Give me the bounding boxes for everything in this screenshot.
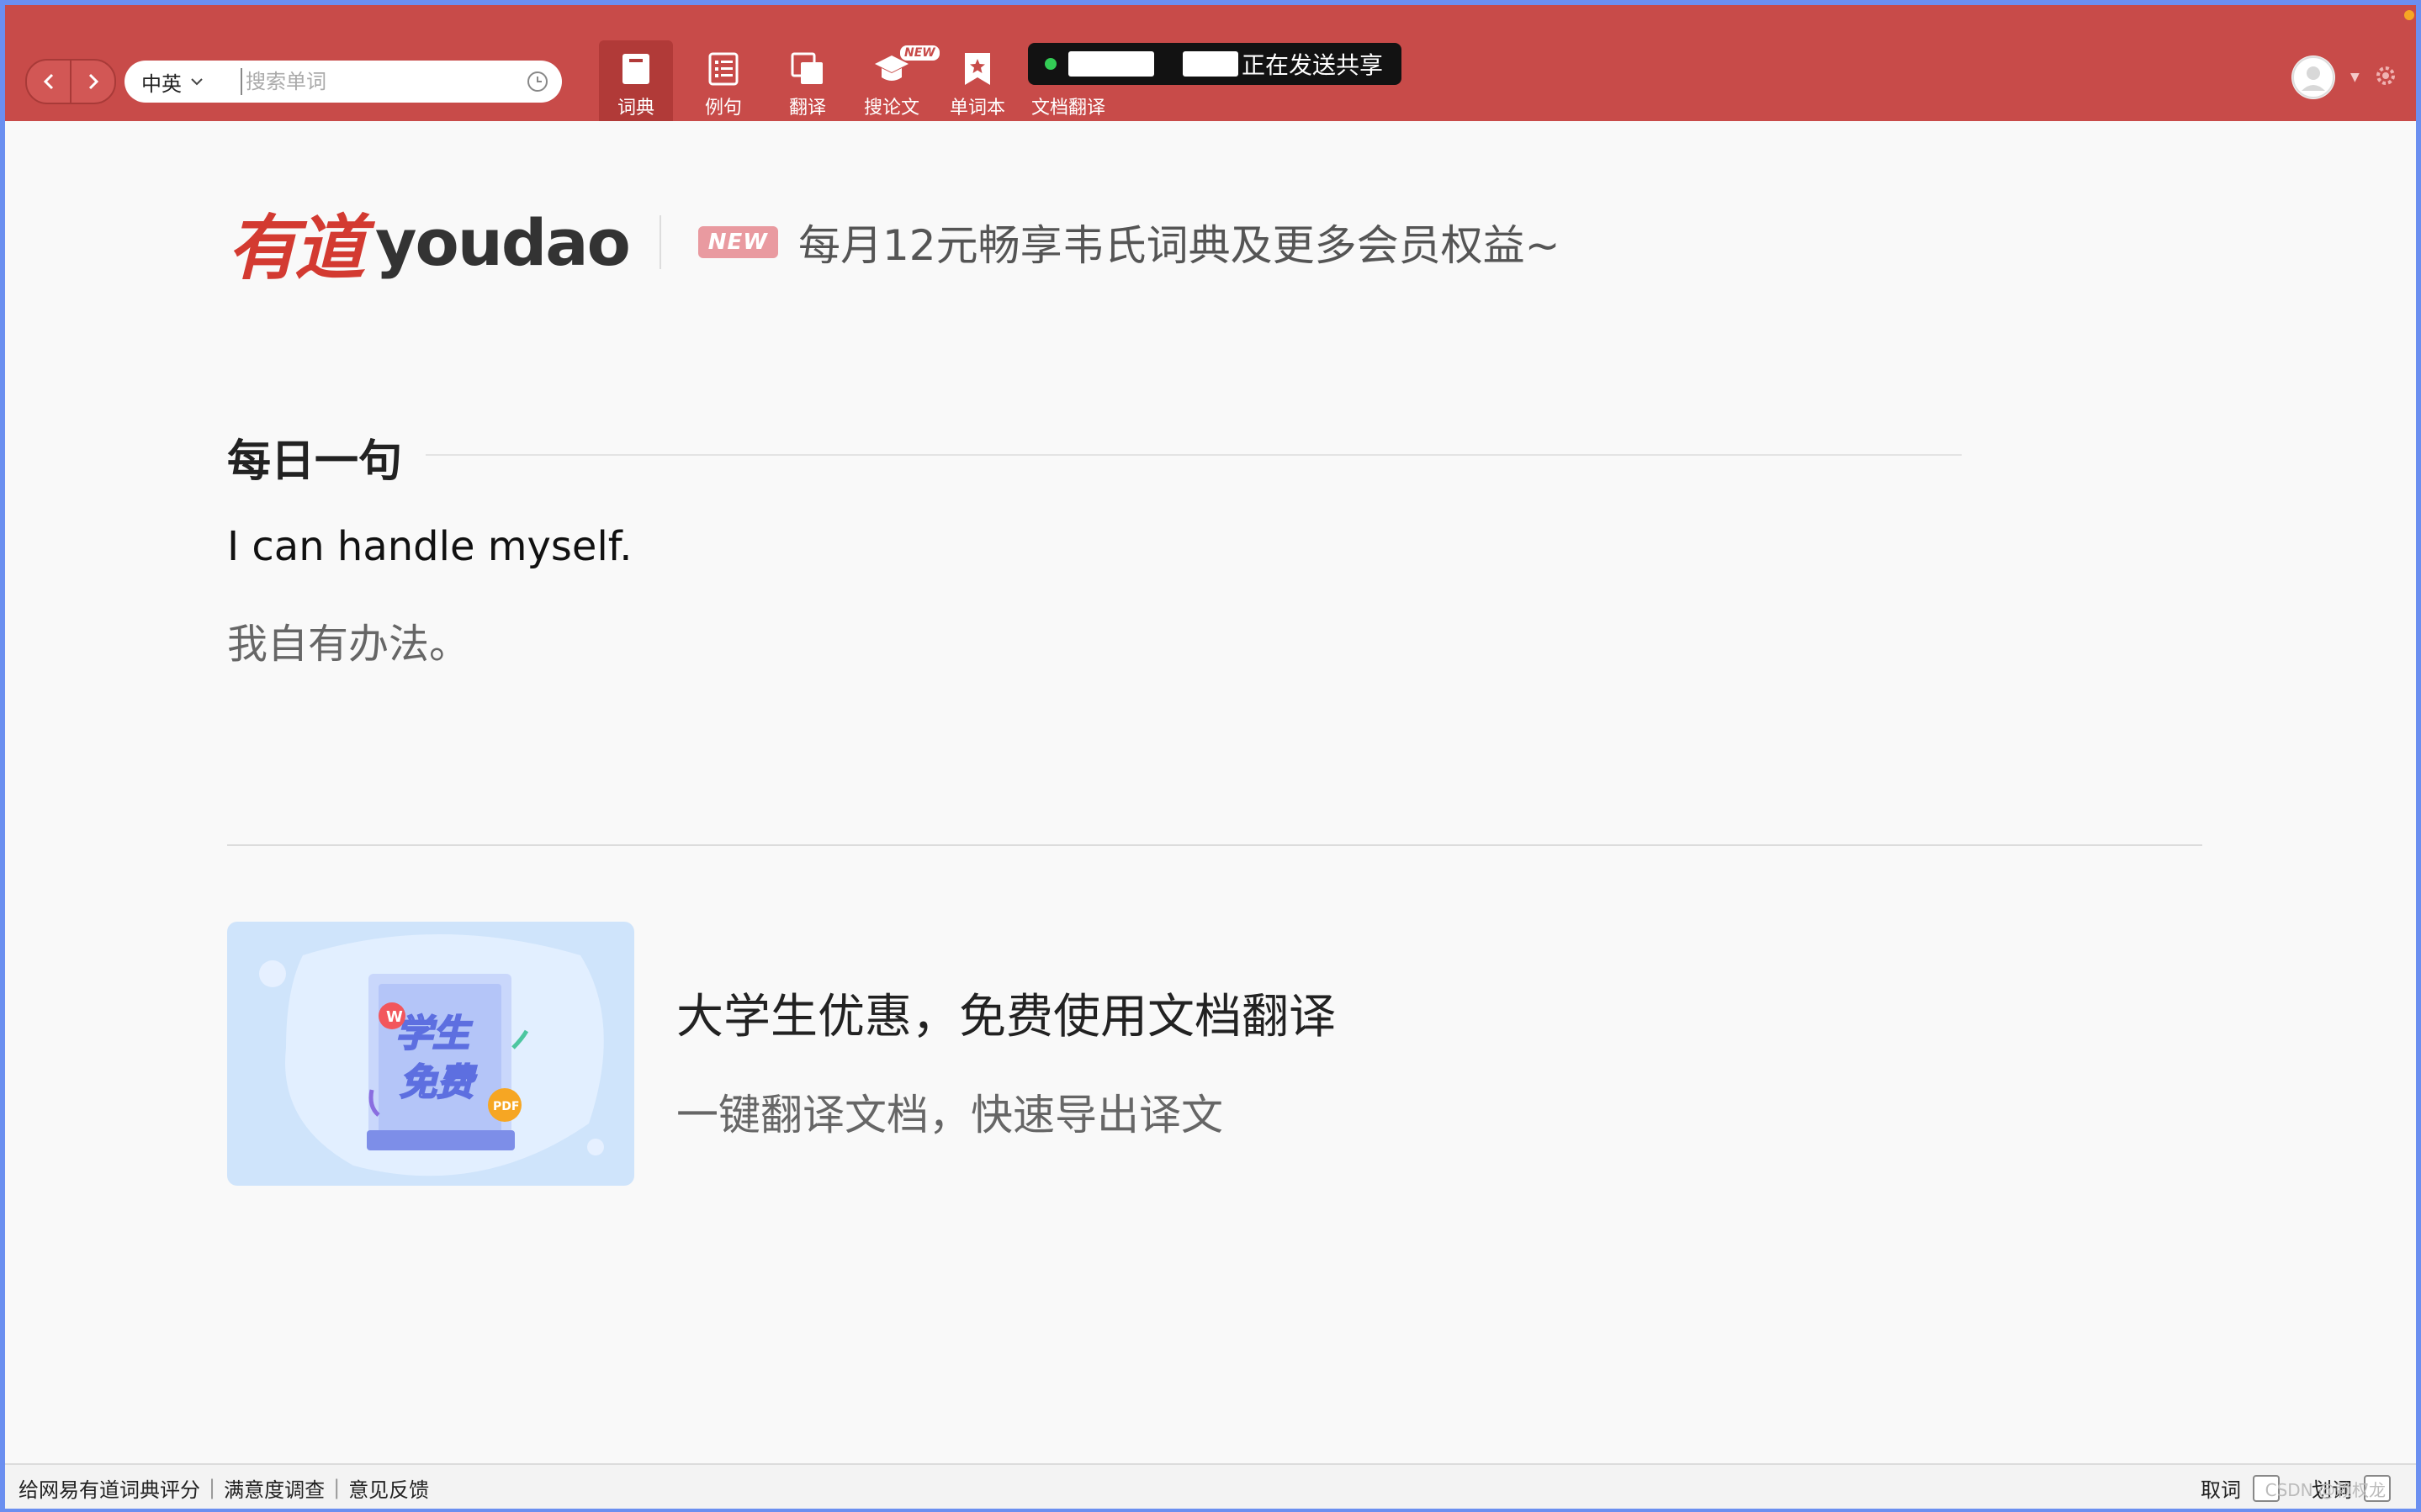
new-badge: NEW [697, 226, 778, 258]
image-text-line2: 免费 [400, 1061, 477, 1104]
window-dot [2404, 10, 2414, 20]
tool-label: 翻译 [788, 98, 826, 119]
search-input[interactable] [241, 68, 533, 95]
image-text-line1: 学生 [395, 1012, 473, 1055]
search-box: 中英 [124, 61, 562, 103]
promo-card-title[interactable]: 大学生优惠，免费使用文档翻译 [676, 979, 1336, 1047]
forward-button[interactable] [70, 61, 114, 103]
tool-wordbook[interactable]: 单词本 [940, 40, 1014, 121]
tool-label: 例句 [704, 98, 742, 119]
chevron-left-icon [43, 73, 53, 90]
image-badge-pdf: PDF [493, 1100, 519, 1113]
tool-papers[interactable]: NEW 搜论文 [855, 40, 940, 121]
logo-en: youdao [375, 204, 631, 280]
tool-label: 词典 [617, 98, 654, 119]
language-label: 中英 [141, 71, 182, 96]
promo-text: 每月12元畅享韦氏词典及更多会员权益~ [797, 221, 1560, 270]
screen-share-indicator: 正在发送共享 [1028, 43, 1401, 85]
content-divider [227, 844, 2202, 846]
history-icon[interactable] [527, 71, 548, 93]
promo-banner[interactable]: 有道 youdao NEW 每月12元畅享韦氏词典及更多会员权益~ [227, 197, 1560, 289]
list-icon [708, 52, 739, 86]
qu-ci-label: 取词 [2201, 1478, 2241, 1502]
section-title: 每日一句 [227, 436, 403, 487]
user-icon [2292, 56, 2334, 98]
separator: | [209, 1476, 216, 1499]
watermark: CSDN @赖权龙 [2265, 1480, 2386, 1500]
back-button[interactable] [27, 61, 70, 103]
tool-label: 单词本 [949, 98, 1005, 119]
nav-group [25, 59, 116, 104]
toolbar: 中英 词典 例句 翻译 NEW 搜论文 单词本 [5, 5, 2416, 121]
status-bar: 给网易有道词典评分 | 满意度调查 | 意见反馈 取词 划词 CSDN @赖权龙 [5, 1463, 2416, 1509]
tool-dictionary[interactable]: 词典 [599, 40, 673, 121]
tool-examples[interactable]: 例句 [686, 40, 760, 121]
share-status: 正在发送共享 [1242, 51, 1384, 79]
banner-divider [659, 215, 661, 269]
promo-card-subtitle: 一键翻译文档，快速导出译文 [676, 1091, 1223, 1139]
tool-label: 文档翻译 [1031, 98, 1106, 119]
separator: | [333, 1476, 341, 1499]
logo-cn: 有道 [227, 205, 365, 289]
survey-link[interactable]: 满意度调查 [215, 1473, 333, 1503]
image-badge-w: W [386, 1008, 403, 1026]
book-icon [622, 54, 649, 84]
redacted-block [1183, 51, 1238, 77]
chevron-right-icon [88, 73, 98, 90]
new-tag: NEW [900, 45, 940, 61]
chevron-down-icon [191, 78, 203, 86]
caret-down-icon[interactable]: ▼ [2350, 71, 2360, 84]
daily-sentence-en[interactable]: I can handle myself. [227, 523, 632, 570]
tool-translate[interactable]: 翻译 [771, 40, 845, 121]
language-select[interactable]: 中英 [124, 67, 225, 97]
rate-link[interactable]: 给网易有道词典评分 [5, 1473, 209, 1503]
tool-label: 搜论文 [863, 98, 919, 119]
avatar[interactable] [2291, 56, 2335, 99]
student-free-illustration: 学生 免费 W PDF [259, 934, 604, 1176]
feedback-link[interactable]: 意见反馈 [340, 1473, 437, 1503]
daily-sentence-cn: 我自有办法。 [227, 621, 470, 668]
gear-icon[interactable] [2372, 62, 2399, 89]
section-divider [426, 454, 1962, 456]
recording-dot [1045, 58, 1057, 70]
redacted-block [1068, 51, 1154, 77]
app-window: 中英 词典 例句 翻译 NEW 搜论文 单词本 [5, 5, 2416, 1509]
bookmark-star-icon [965, 53, 990, 85]
promo-card-image[interactable]: 学生 免费 W PDF [227, 922, 634, 1186]
translate-icon [791, 52, 823, 84]
